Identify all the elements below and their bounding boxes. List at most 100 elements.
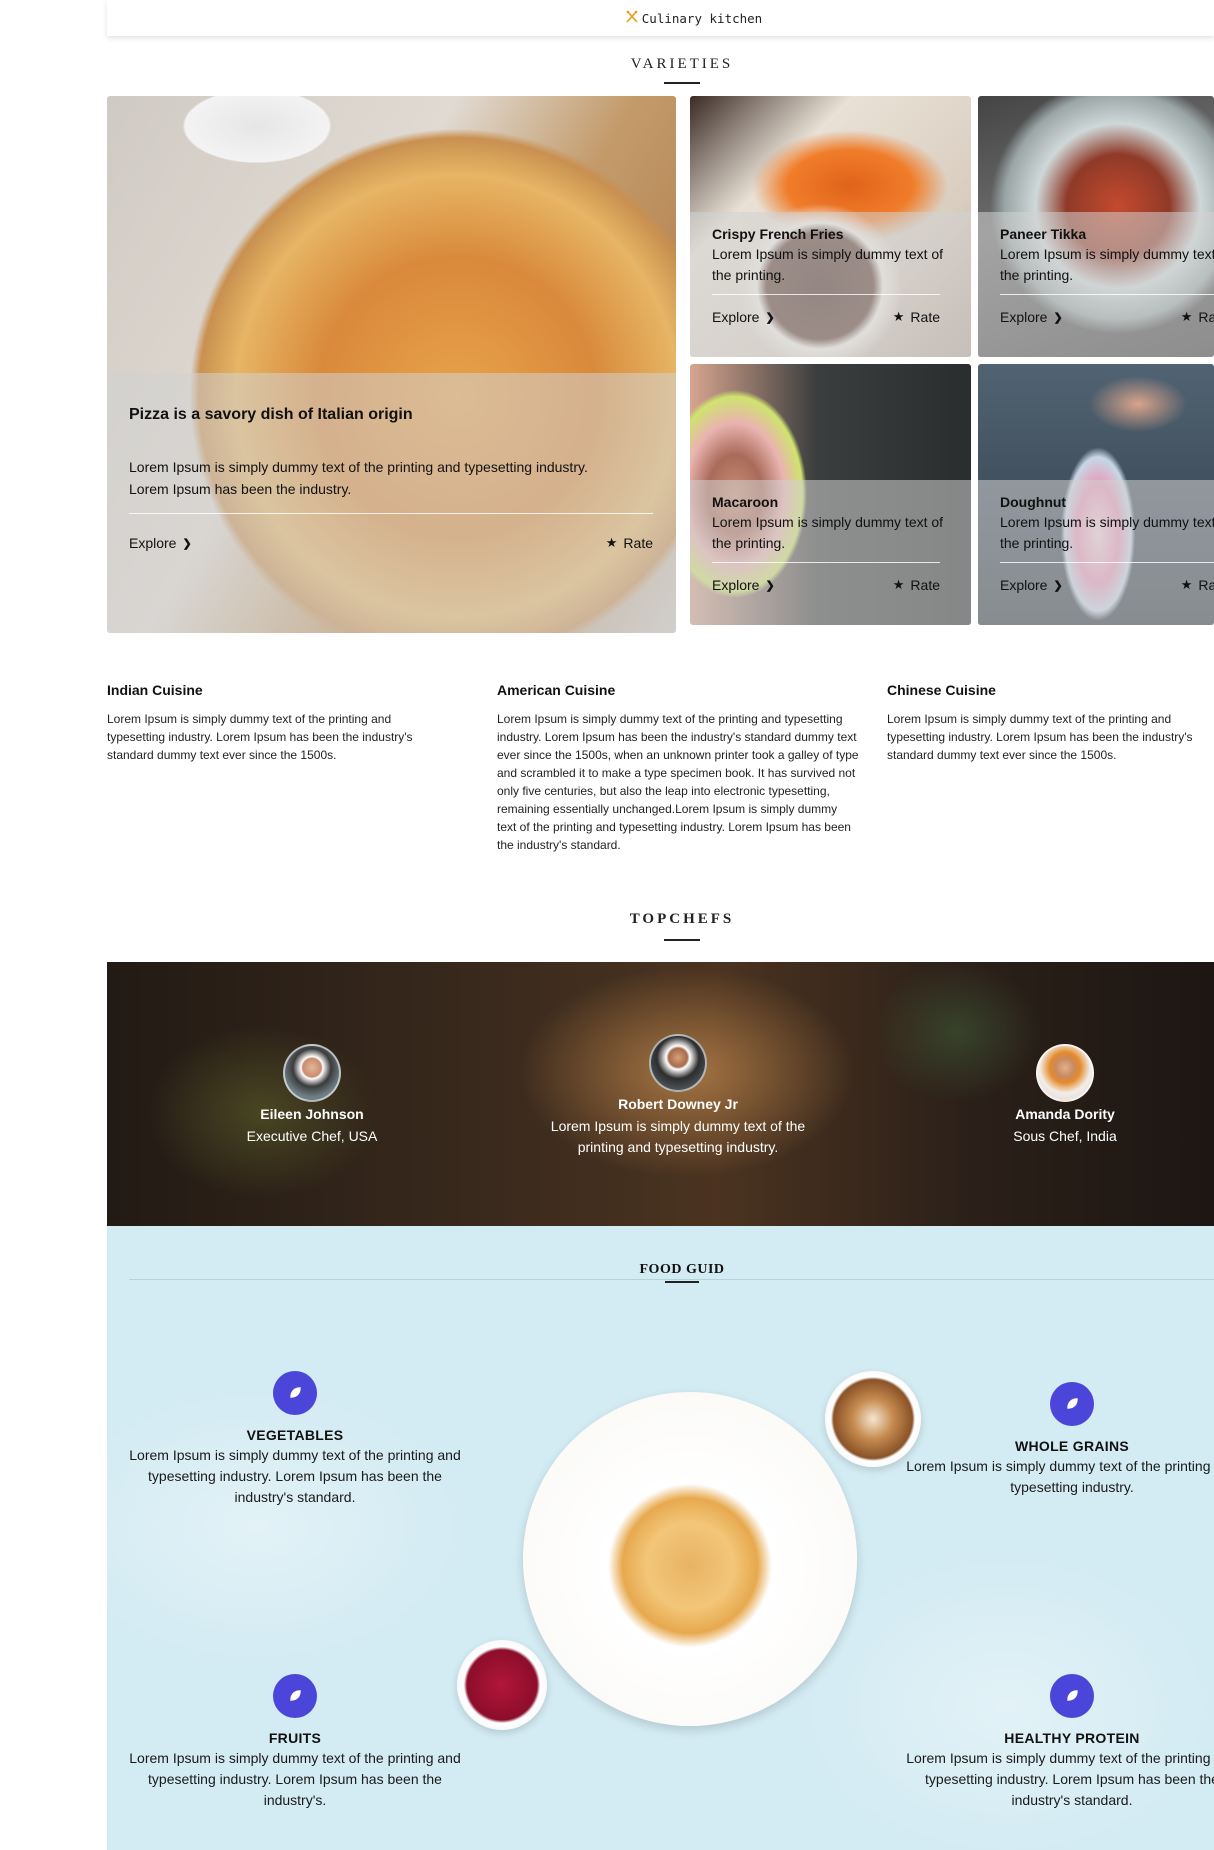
heading-underline (664, 939, 700, 941)
card-footer: Explore ❯ ★ Rate (1000, 294, 1214, 325)
chef-avatar (1036, 1044, 1094, 1102)
card-text: Lorem Ipsum is simply dummy text of the … (712, 246, 944, 283)
chevron-right-icon: ❯ (1053, 579, 1063, 592)
card-text: Lorem Ipsum is simply dummy text of the … (712, 514, 944, 551)
chevron-right-icon: ❯ (182, 537, 192, 550)
feature-text: Lorem Ipsum is simply dummy text of the … (906, 1458, 1214, 1495)
rate-button[interactable]: ★ Rate (893, 309, 940, 325)
chef-role: Lorem Ipsum is simply dummy text of the … (550, 1118, 806, 1155)
featured-card-title: Pizza is a savory dish of Italian origin (129, 406, 413, 423)
featured-card-footer: Explore ❯ ★ Rate (129, 513, 653, 551)
leaf-icon (273, 1674, 317, 1718)
chef-role: Executive Chef, USA (246, 1128, 378, 1144)
card-overlay: Macaroon Lorem Ipsum is simply dummy tex… (690, 480, 971, 625)
card-title: Crispy French Fries (712, 226, 844, 242)
featured-card-text: Lorem Ipsum is simply dummy text of the … (129, 459, 588, 497)
feature-healthy-protein: HEALTHY PROTEIN Lorem Ipsum is simply du… (902, 1674, 1214, 1811)
feature-text: Lorem Ipsum is simply dummy text of the … (129, 1447, 461, 1505)
rate-button[interactable]: ★ Rate (1181, 577, 1214, 593)
chef-name: Eileen Johnson (260, 1106, 364, 1122)
feature-title: VEGETABLES (246, 1427, 344, 1443)
chef-card[interactable]: Robert Downey Jr Lorem Ipsum is simply d… (528, 1034, 828, 1158)
varieties-title: VARIETIES (630, 56, 734, 72)
explore-label: Explore (712, 577, 760, 593)
topchefs-heading: TOPCHEFS (107, 911, 1214, 941)
brand-logo[interactable]: Culinary kitchen (625, 9, 763, 27)
chef-card[interactable]: Eileen Johnson Executive Chef, USA (192, 1044, 432, 1147)
rate-button[interactable]: ★ Rate (893, 577, 940, 593)
card-text: Lorem Ipsum is simply dummy text of the … (1000, 514, 1214, 551)
card-text: Lorem Ipsum is simply dummy text of the … (1000, 246, 1214, 283)
chevron-right-icon: ❯ (765, 579, 775, 592)
card-overlay: Doughnut Lorem Ipsum is simply dummy tex… (978, 480, 1214, 625)
cuisine-column-american: American Cuisine Lorem Ipsum is simply d… (497, 682, 859, 854)
cuisine-title: Chinese Cuisine (887, 682, 996, 698)
star-icon: ★ (892, 577, 905, 592)
berry-jam-bowl-image (457, 1640, 547, 1730)
explore-link[interactable]: Explore ❯ (1000, 309, 1063, 325)
variety-card-paneer-tikka[interactable]: Paneer Tikka Lorem Ipsum is simply dummy… (978, 96, 1214, 357)
featured-card-overlay: Pizza is a savory dish of Italian origin… (107, 373, 676, 633)
leaf-icon (1050, 1674, 1094, 1718)
rate-button[interactable]: ★ Rate (1181, 309, 1214, 325)
star-icon: ★ (605, 535, 618, 550)
card-title: Paneer Tikka (1000, 226, 1087, 242)
chef-name: Robert Downey Jr (618, 1096, 738, 1112)
variety-card-french-fries[interactable]: Crispy French Fries Lorem Ipsum is simpl… (690, 96, 971, 357)
food-guide-title: FOOD GUID (639, 1262, 725, 1277)
chefs-banner: Eileen Johnson Executive Chef, USA Rober… (107, 962, 1214, 1226)
explore-label: Explore (129, 535, 177, 551)
star-icon: ★ (1180, 309, 1193, 324)
cuisine-text: Lorem Ipsum is simply dummy text of the … (497, 712, 859, 852)
topchefs-title: TOPCHEFS (629, 911, 735, 927)
rate-label: Rate (910, 309, 940, 325)
heading-underline (665, 1281, 699, 1283)
card-overlay: Crispy French Fries Lorem Ipsum is simpl… (690, 212, 971, 357)
explore-link[interactable]: Explore ❯ (1000, 577, 1063, 593)
card-footer: Explore ❯ ★ Rate (712, 294, 940, 325)
star-icon: ★ (892, 309, 905, 324)
chef-card[interactable]: Amanda Dority Sous Chef, India (965, 1044, 1165, 1147)
chef-avatar (649, 1034, 707, 1092)
explore-link[interactable]: Explore ❯ (712, 309, 775, 325)
feature-text: Lorem Ipsum is simply dummy text of the … (906, 1750, 1214, 1808)
feature-vegetables: VEGETABLES Lorem Ipsum is simply dummy t… (125, 1371, 465, 1508)
feature-title: FRUITS (268, 1730, 322, 1746)
rate-button[interactable]: ★ Rate (606, 535, 653, 551)
card-overlay: Paneer Tikka Lorem Ipsum is simply dummy… (978, 212, 1214, 357)
rate-label: Rate (623, 535, 653, 551)
feature-title: WHOLE GRAINS (1014, 1438, 1130, 1454)
cuisine-title: American Cuisine (497, 682, 616, 698)
utensils-icon (625, 9, 639, 27)
pancake-plate-image (523, 1392, 857, 1726)
rate-label: Rate (1198, 309, 1214, 325)
explore-link[interactable]: Explore ❯ (129, 535, 192, 551)
explore-label: Explore (1000, 309, 1048, 325)
heading-underline (664, 82, 700, 84)
featured-card-pizza[interactable]: Pizza is a savory dish of Italian origin… (107, 96, 676, 633)
card-title: Macaroon (712, 494, 779, 510)
feature-title: HEALTHY PROTEIN (1004, 1730, 1140, 1746)
feature-fruits: FRUITS Lorem Ipsum is simply dummy text … (125, 1674, 465, 1811)
explore-label: Explore (712, 309, 760, 325)
brand-name: Culinary kitchen (641, 10, 763, 26)
cuisine-column-indian: Indian Cuisine Lorem Ipsum is simply dum… (107, 682, 437, 764)
chevron-right-icon: ❯ (1053, 311, 1063, 324)
chef-role: Sous Chef, India (1013, 1128, 1117, 1144)
explore-link[interactable]: Explore ❯ (712, 577, 775, 593)
chef-name: Amanda Dority (1015, 1106, 1115, 1122)
star-icon: ★ (1180, 577, 1193, 592)
divider (129, 1279, 1214, 1280)
top-navbar: Culinary kitchen (107, 0, 1214, 36)
variety-card-macaroon[interactable]: Macaroon Lorem Ipsum is simply dummy tex… (690, 364, 971, 625)
chevron-right-icon: ❯ (765, 311, 775, 324)
rate-label: Rate (910, 577, 940, 593)
chef-avatar (283, 1044, 341, 1102)
variety-card-doughnut[interactable]: Doughnut Lorem Ipsum is simply dummy tex… (978, 364, 1214, 625)
cuisine-text: Lorem Ipsum is simply dummy text of the … (887, 712, 1193, 762)
card-footer: Explore ❯ ★ Rate (1000, 562, 1214, 593)
cuisine-title: Indian Cuisine (107, 682, 203, 698)
leaf-icon (1050, 1382, 1094, 1426)
feature-text: Lorem Ipsum is simply dummy text of the … (129, 1750, 461, 1808)
varieties-heading: VARIETIES (107, 56, 1214, 84)
